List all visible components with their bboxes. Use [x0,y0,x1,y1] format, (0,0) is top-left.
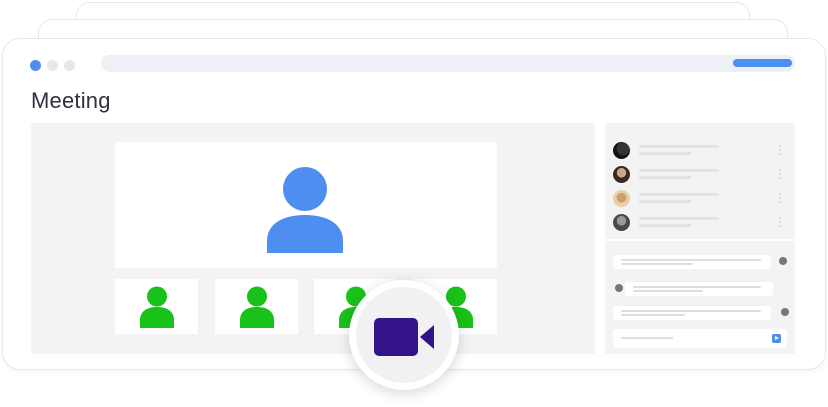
video-stage [31,123,595,354]
chat-message [613,255,771,269]
window-dot-blue[interactable] [30,60,41,71]
chat-message [625,282,773,296]
avatar [781,308,789,316]
participant-thumbnail[interactable] [115,279,198,334]
more-options-icon[interactable] [779,144,781,156]
more-options-icon[interactable] [779,168,781,180]
address-bar-accent [733,59,792,67]
participant-status-placeholder [639,224,691,227]
participant-status-placeholder [639,200,691,203]
participant-list-item[interactable] [613,214,789,232]
avatar [615,284,623,292]
avatar [613,190,630,207]
avatar [613,166,630,183]
window-dot-gray[interactable] [47,60,58,71]
more-options-icon[interactable] [779,216,781,228]
participant-name-placeholder [639,145,719,148]
participant-list-item[interactable] [613,190,789,208]
send-icon[interactable] [772,334,781,343]
avatar [613,214,630,231]
avatar [613,142,630,159]
meeting-sidebar [605,123,795,354]
chat-message [613,306,771,320]
participant-name-placeholder [639,193,719,196]
page-title: Meeting [31,88,111,113]
participant-thumbnail[interactable] [215,279,298,334]
more-options-icon[interactable] [779,192,781,204]
sidebar-divider [605,239,795,241]
chat-input[interactable] [613,329,787,348]
participant-list-item[interactable] [613,166,789,184]
address-bar[interactable] [101,55,795,72]
participant-list-item[interactable] [613,142,789,160]
main-video-tile[interactable] [115,142,497,268]
video-camera-icon [374,318,434,356]
user-icon [240,286,274,328]
camera-button[interactable] [349,280,459,390]
user-icon [140,286,174,328]
participant-name-placeholder [639,217,719,220]
participant-status-placeholder [639,176,691,179]
window-dot-gray[interactable] [64,60,75,71]
user-icon [267,167,343,253]
participant-status-placeholder [639,152,691,155]
participant-name-placeholder [639,169,719,172]
chat-input-placeholder [621,337,673,339]
avatar [779,257,787,265]
